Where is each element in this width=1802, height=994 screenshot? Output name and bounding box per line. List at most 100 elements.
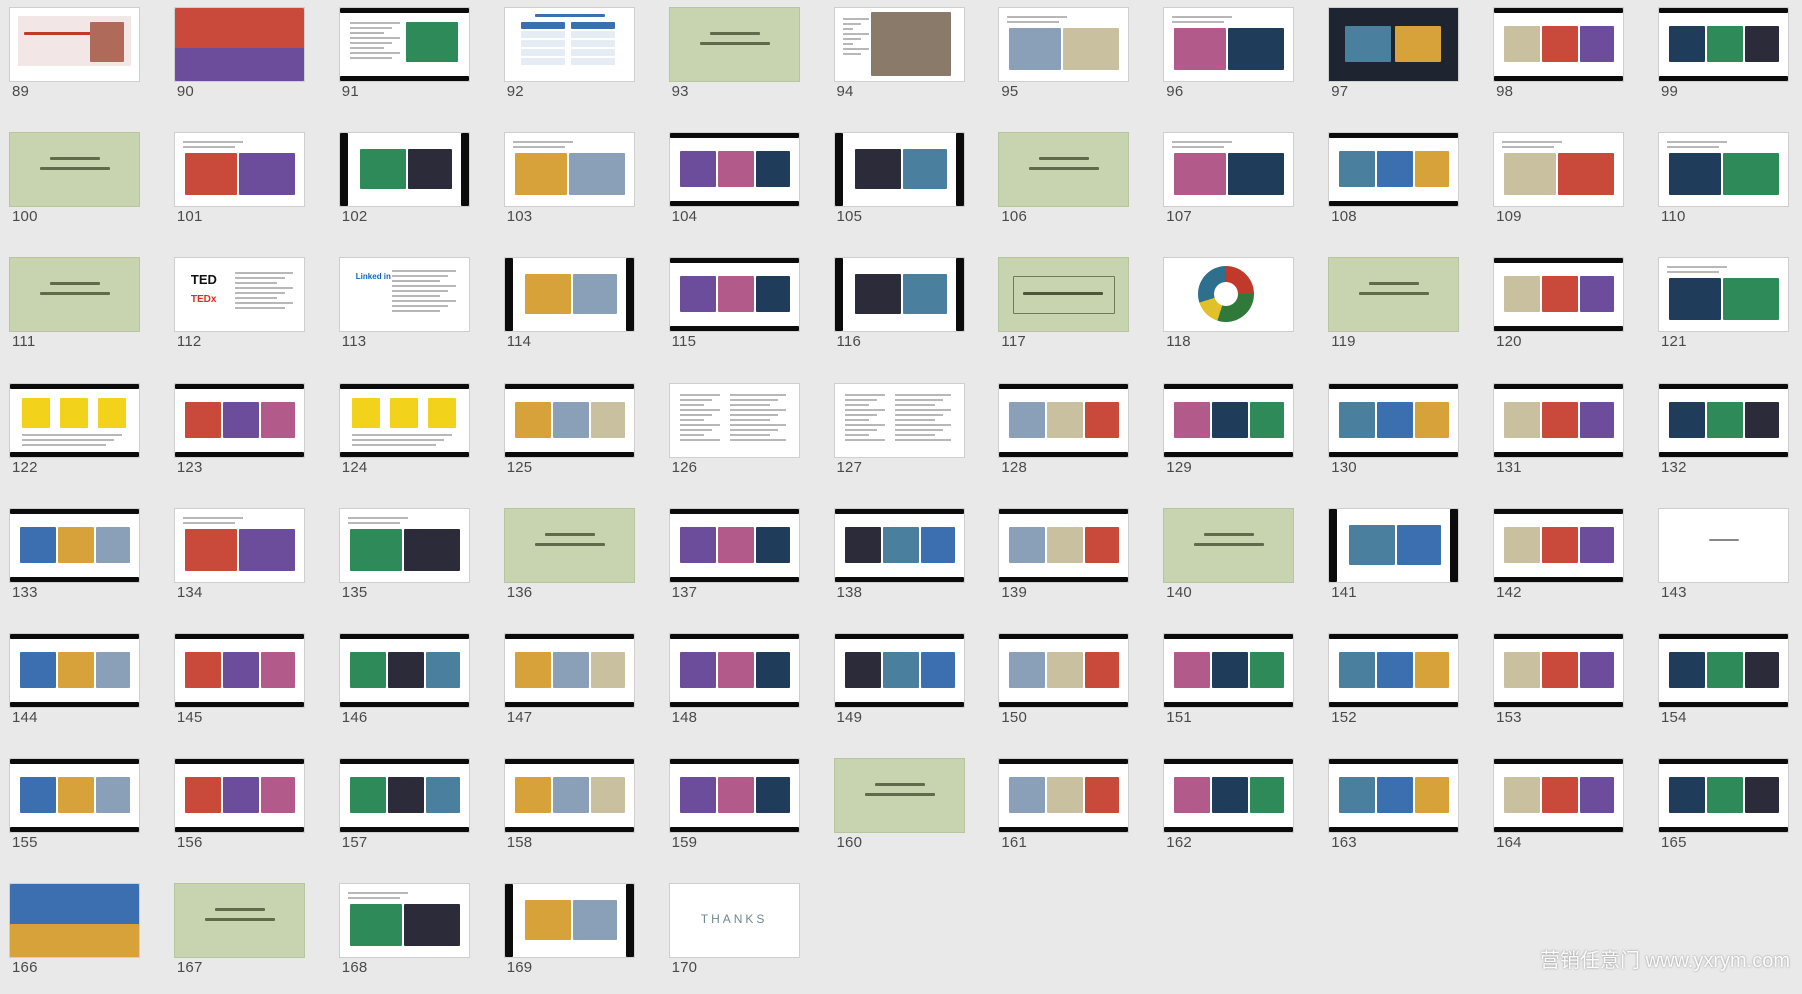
- slide-preview: [834, 508, 964, 582]
- slide-thumbnail-96[interactable]: 96: [1154, 0, 1294, 118]
- slide-thumbnail-102[interactable]: 102: [330, 125, 469, 243]
- slide-thumbnail-170[interactable]: THANKS 170: [660, 876, 799, 994]
- photo: [1558, 153, 1615, 196]
- slide-thumbnail-115[interactable]: 115: [660, 250, 799, 368]
- slide-thumbnail-127[interactable]: 127: [825, 376, 964, 494]
- slide-thumbnail-99[interactable]: 99: [1649, 0, 1788, 118]
- slide-thumbnail-124[interactable]: 124: [330, 376, 469, 494]
- slide-thumbnail-120[interactable]: 120: [1484, 250, 1624, 368]
- slide-thumbnail-131[interactable]: 131: [1484, 376, 1624, 494]
- slide-thumbnail-116[interactable]: 116: [825, 250, 964, 368]
- slide-thumbnail-163[interactable]: 163: [1319, 751, 1459, 869]
- photo: [1009, 652, 1046, 688]
- slide-thumbnail-135[interactable]: 135: [330, 501, 469, 619]
- slide-thumbnail-107[interactable]: 107: [1154, 125, 1294, 243]
- slide-thumbnail-125[interactable]: 125: [495, 376, 634, 494]
- slide-thumbnail-157[interactable]: 157: [330, 751, 469, 869]
- slide-thumbnail-101[interactable]: 101: [165, 125, 304, 243]
- slide-thumbnail-162[interactable]: 162: [1154, 751, 1294, 869]
- text-line: [182, 516, 243, 519]
- slide-thumbnail-98[interactable]: 98: [1484, 0, 1624, 118]
- slide-thumbnail-130[interactable]: 130: [1319, 376, 1459, 494]
- slide-thumbnail-141[interactable]: 141: [1319, 501, 1459, 619]
- slide-thumbnail-109[interactable]: 109: [1484, 125, 1624, 243]
- top-bar: [1494, 258, 1624, 264]
- slide-thumbnail-166[interactable]: 166: [0, 876, 139, 994]
- slide-thumbnail-106[interactable]: 106: [989, 125, 1129, 243]
- slide-thumbnail-126[interactable]: 126: [660, 376, 799, 494]
- slide-preview: [174, 133, 304, 207]
- slide-thumbnail-119[interactable]: 119: [1319, 250, 1459, 368]
- slide-thumbnail-151[interactable]: 151: [1154, 626, 1294, 744]
- slide-thumbnail-91[interactable]: 91: [330, 0, 469, 118]
- photo: [717, 652, 754, 688]
- slide-thumbnail-149[interactable]: 149: [825, 626, 964, 744]
- slide-thumbnail-132[interactable]: 132: [1649, 376, 1788, 494]
- slide-thumbnail-122[interactable]: 122: [0, 376, 139, 494]
- slide-number: 107: [1166, 208, 1192, 226]
- slide-thumbnail-95[interactable]: 95: [989, 0, 1129, 118]
- slide-thumbnail-158[interactable]: 158: [495, 751, 634, 869]
- slide-thumbnail-133[interactable]: 133: [0, 501, 139, 619]
- slide-thumbnail-155[interactable]: 155: [0, 751, 139, 869]
- slide-thumbnail-112[interactable]: TED TEDx 112: [165, 250, 304, 368]
- slide-thumbnail-161[interactable]: 161: [989, 751, 1129, 869]
- slide-thumbnail-105[interactable]: 105: [825, 125, 964, 243]
- slide-thumbnail-123[interactable]: 123: [165, 376, 304, 494]
- slide-thumbnail-152[interactable]: 152: [1319, 626, 1459, 744]
- slide-thumbnail-138[interactable]: 138: [825, 501, 964, 619]
- slide-thumbnail-111[interactable]: 111: [0, 250, 139, 368]
- slide-thumbnail-147[interactable]: 147: [495, 626, 634, 744]
- slide-thumbnail-121[interactable]: 121: [1649, 250, 1788, 368]
- slide-thumbnail-145[interactable]: 145: [165, 626, 304, 744]
- slide-thumbnail-148[interactable]: 148: [660, 626, 799, 744]
- slide-thumbnail-94[interactable]: 94: [825, 0, 964, 118]
- slide-thumbnail-89[interactable]: 89: [0, 0, 139, 118]
- slide-thumbnail-90[interactable]: 90: [165, 0, 304, 118]
- slide-preview: THANKS: [669, 884, 799, 958]
- slide-thumbnail-164[interactable]: 164: [1484, 751, 1624, 869]
- text-line: [844, 413, 877, 416]
- slide-thumbnail-160[interactable]: 160: [825, 751, 964, 869]
- photo: [1397, 524, 1442, 565]
- slide-thumbnail-142[interactable]: 142: [1484, 501, 1624, 619]
- slide-thumbnail-113[interactable]: Linked in 113: [330, 250, 469, 368]
- slide-thumbnail-150[interactable]: 150: [989, 626, 1129, 744]
- slide-number: 110: [1661, 208, 1686, 226]
- slide-thumbnail-140[interactable]: 140: [1154, 501, 1294, 619]
- slide-thumbnail-97[interactable]: 97: [1319, 0, 1459, 118]
- photo: [1212, 777, 1249, 814]
- slide-thumbnail-92[interactable]: 92: [495, 0, 634, 118]
- slide-thumbnail-167[interactable]: 167: [165, 876, 304, 994]
- slide-thumbnail-104[interactable]: 104: [660, 125, 799, 243]
- slide-thumbnail-143[interactable]: 143: [1649, 501, 1788, 619]
- slide-thumbnail-156[interactable]: 156: [165, 751, 304, 869]
- slide-thumbnail-136[interactable]: 136: [495, 501, 634, 619]
- slide-thumbnail-144[interactable]: 144: [0, 626, 139, 744]
- slide-thumbnail-110[interactable]: 110: [1649, 125, 1788, 243]
- slide-number: 103: [506, 208, 533, 226]
- slide-number: 160: [836, 834, 863, 852]
- slide-thumbnail-139[interactable]: 139: [989, 501, 1129, 619]
- slide-thumbnail-128[interactable]: 128: [989, 376, 1129, 494]
- slide-thumbnail-165[interactable]: 165: [1649, 751, 1788, 869]
- slide-thumbnail-93[interactable]: 93: [660, 0, 799, 118]
- slide-number: 111: [12, 333, 36, 351]
- slide-thumbnail-137[interactable]: 137: [660, 501, 799, 619]
- slide-thumbnail-154[interactable]: 154: [1649, 626, 1788, 744]
- slide-thumbnail-159[interactable]: 159: [660, 751, 799, 869]
- slide-thumbnail-114[interactable]: 114: [495, 250, 634, 368]
- slide-thumbnail-118[interactable]: 118: [1154, 250, 1294, 368]
- slide-thumbnail-153[interactable]: 153: [1484, 626, 1624, 744]
- slide-thumbnail-169[interactable]: 169: [495, 876, 634, 994]
- slide-thumbnail-134[interactable]: 134: [165, 501, 304, 619]
- slide-thumbnail-129[interactable]: 129: [1154, 376, 1294, 494]
- slide-thumbnail-103[interactable]: 103: [495, 125, 634, 243]
- slide-thumbnail-168[interactable]: 168: [330, 876, 469, 994]
- right-bar: [1450, 508, 1459, 582]
- slide-thumbnail-146[interactable]: 146: [330, 626, 469, 744]
- slide-thumbnail-100[interactable]: 100: [0, 125, 139, 243]
- slide-thumbnail-117[interactable]: 117: [989, 250, 1129, 368]
- slide-thumbnail-108[interactable]: 108: [1319, 125, 1459, 243]
- bottom-bar: [504, 702, 634, 707]
